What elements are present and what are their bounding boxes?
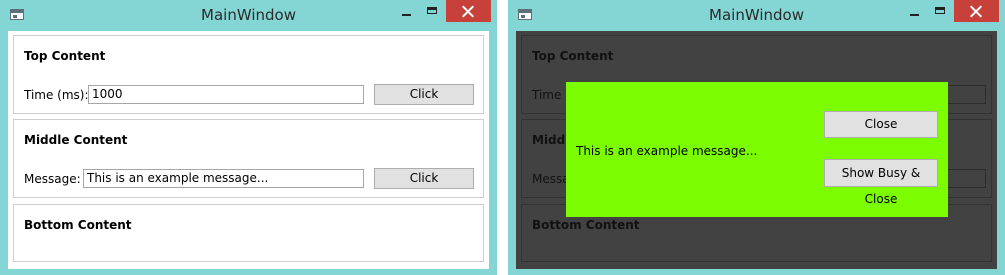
minimize-button[interactable] bbox=[394, 0, 418, 22]
close-window-button[interactable] bbox=[954, 0, 999, 22]
close-window-button[interactable] bbox=[446, 0, 491, 22]
window-content: Top Content Time (ms): 1000 Click Middle… bbox=[8, 31, 489, 269]
title-bar[interactable]: MainWindow bbox=[508, 0, 1005, 30]
show-busy-close-button[interactable]: Show Busy & Close bbox=[824, 159, 938, 206]
top-content-panel: Top Content Time (ms): 1000 Click bbox=[13, 35, 484, 114]
maximize-button[interactable] bbox=[928, 0, 952, 22]
middle-click-button[interactable]: Click bbox=[374, 168, 474, 189]
maximize-button[interactable] bbox=[420, 0, 444, 22]
top-content-title: Top Content bbox=[532, 49, 614, 63]
minimize-button[interactable] bbox=[902, 0, 926, 22]
close-icon bbox=[970, 5, 983, 18]
message-dialog: This is an example message... Close Show… bbox=[566, 82, 948, 217]
dialog-message: This is an example message... bbox=[576, 144, 758, 158]
time-label: Time ( bbox=[532, 88, 570, 102]
message-input[interactable]: This is an example message... bbox=[83, 169, 364, 188]
bottom-content-panel: Bottom Content bbox=[13, 204, 484, 262]
middle-content-panel: Middle Content Message: This is an examp… bbox=[13, 119, 484, 198]
bottom-content-title: Bottom Content bbox=[24, 218, 132, 232]
main-window-left: MainWindow Top Content Time (ms): 1000 C… bbox=[0, 0, 497, 275]
middle-content-title: Middle Content bbox=[24, 133, 128, 147]
top-click-button[interactable]: Click bbox=[374, 84, 474, 105]
title-bar[interactable]: MainWindow bbox=[0, 0, 497, 30]
middle-content-title: Middl bbox=[532, 133, 570, 147]
bottom-content-title: Bottom Content bbox=[532, 218, 640, 232]
time-label: Time (ms): bbox=[24, 88, 89, 102]
close-icon bbox=[462, 5, 475, 18]
dialog-close-button[interactable]: Close bbox=[824, 111, 938, 138]
top-content-title: Top Content bbox=[24, 49, 106, 63]
message-label: Messa bbox=[532, 172, 570, 186]
message-label: Message: bbox=[24, 172, 81, 186]
time-input[interactable]: 1000 bbox=[88, 85, 364, 104]
